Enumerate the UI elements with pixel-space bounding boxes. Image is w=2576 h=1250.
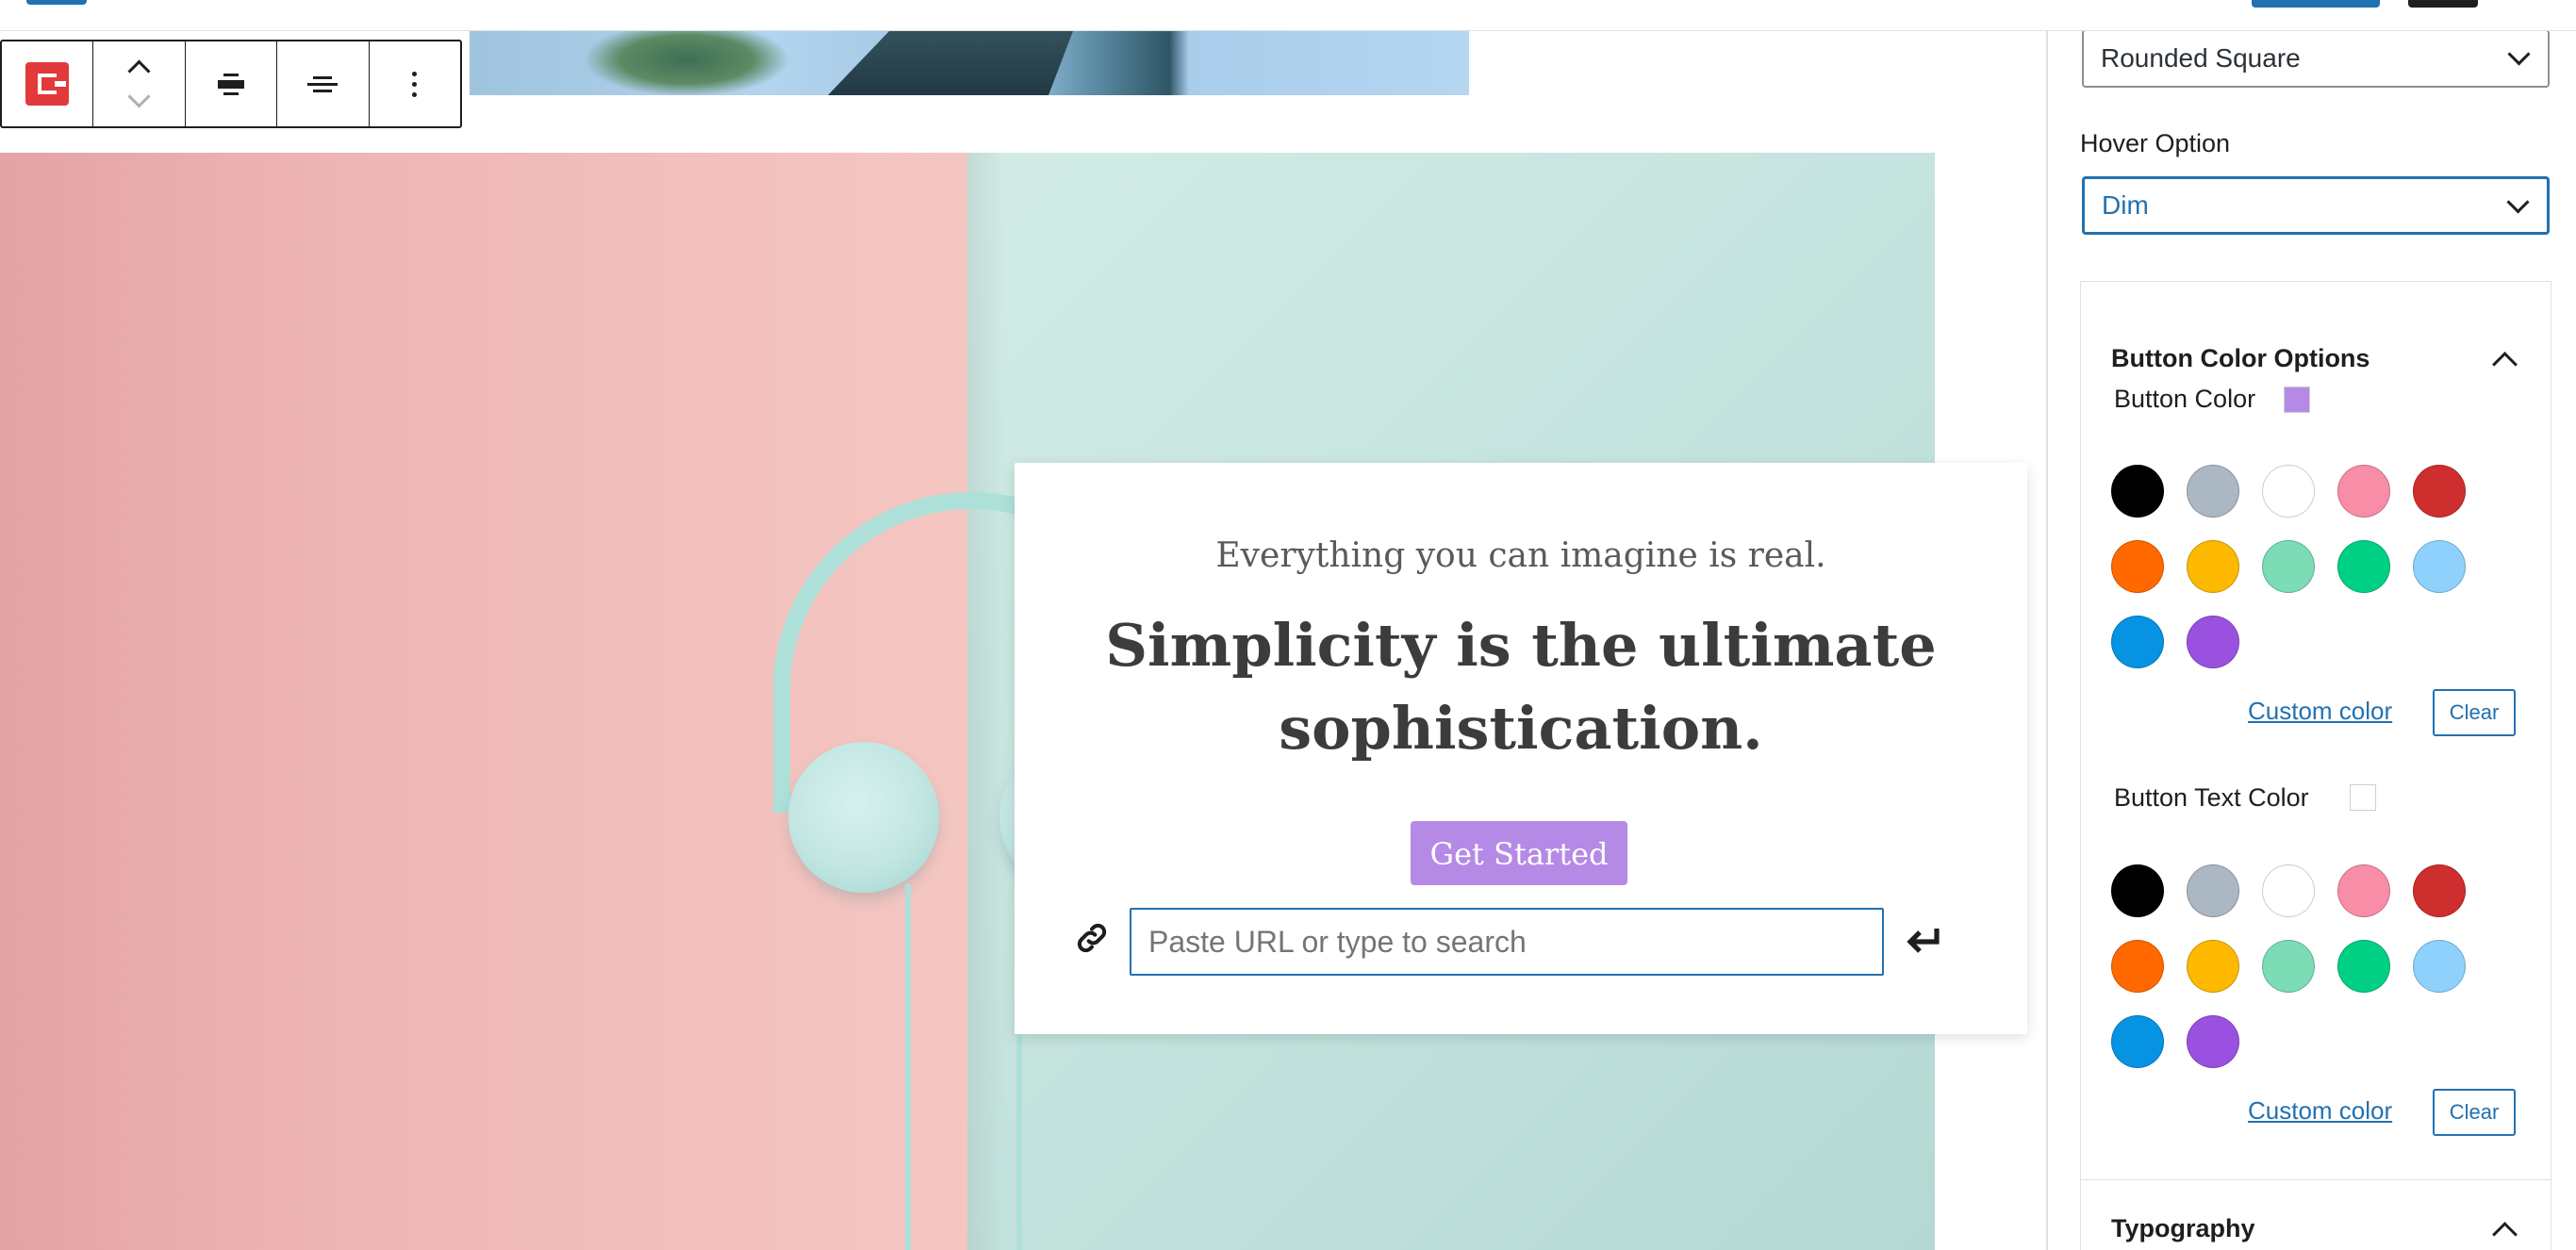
align-center-icon xyxy=(218,73,245,95)
card-tagline: Everything you can imagine is real. xyxy=(1215,536,1826,575)
color-swatch[interactable] xyxy=(2413,540,2466,593)
color-swatch[interactable] xyxy=(2111,616,2164,668)
settings-sidebar: Rounded Square Hover Option Dim Button C… xyxy=(2046,31,2576,1250)
button-text-color-label: Button Text Color xyxy=(2114,783,2309,812)
more-options-icon xyxy=(412,71,418,97)
color-swatch[interactable] xyxy=(2187,616,2239,668)
card-headline: Simplicity is the ultimate sophisticatio… xyxy=(1105,611,1937,763)
color-swatch[interactable] xyxy=(2111,940,2164,993)
color-swatch[interactable] xyxy=(2413,940,2466,993)
align-button[interactable] xyxy=(186,41,278,126)
content-card: Everything you can imagine is real. Simp… xyxy=(1015,463,2027,1034)
color-swatch[interactable] xyxy=(2111,864,2164,917)
color-swatch[interactable] xyxy=(2111,1015,2164,1068)
panel-collapse-icon[interactable] xyxy=(2492,352,2518,377)
publish-button[interactable] xyxy=(2252,0,2380,8)
chevron-up-icon[interactable] xyxy=(127,59,151,83)
text-align-icon xyxy=(307,75,339,92)
get-started-button[interactable]: Get Started xyxy=(1411,821,1627,885)
hover-option-value: Dim xyxy=(2102,190,2149,220)
dropdown-arrow-icon xyxy=(2506,190,2530,214)
button-color-label: Button Color xyxy=(2114,385,2256,413)
block-type-icon xyxy=(25,62,70,106)
color-swatch[interactable] xyxy=(2262,465,2315,518)
custom-color-link[interactable]: Custom color xyxy=(2248,697,2392,726)
color-swatch[interactable] xyxy=(2262,940,2315,993)
color-swatch[interactable] xyxy=(2262,540,2315,593)
color-swatch[interactable] xyxy=(2413,864,2466,917)
hover-option-label: Hover Option xyxy=(2080,129,2231,157)
chevron-down-icon[interactable] xyxy=(127,85,151,108)
previous-block-image[interactable] xyxy=(470,31,1469,95)
link-icon xyxy=(1077,923,1107,953)
color-swatch[interactable] xyxy=(2337,864,2390,917)
color-swatch[interactable] xyxy=(2111,540,2164,593)
panel-title-typography[interactable]: Typography xyxy=(2111,1214,2255,1243)
panel-title-button-color-options[interactable]: Button Color Options xyxy=(2111,344,2370,373)
dropdown-arrow-icon xyxy=(2507,42,2531,66)
settings-button[interactable] xyxy=(2408,0,2478,8)
clear-button[interactable]: Clear xyxy=(2433,689,2516,736)
color-swatch[interactable] xyxy=(2187,465,2239,518)
enter-icon[interactable] xyxy=(1901,919,1946,961)
color-swatch[interactable] xyxy=(2337,465,2390,518)
editor-top-bar xyxy=(0,0,2576,31)
editor-canvas: Everything you can imagine is real. Simp… xyxy=(0,31,2046,1250)
color-swatch[interactable] xyxy=(2337,940,2390,993)
color-swatch[interactable] xyxy=(2187,940,2239,993)
shape-select[interactable]: Rounded Square xyxy=(2082,31,2550,88)
color-swatch[interactable] xyxy=(2111,465,2164,518)
button-color-indicator xyxy=(2284,387,2310,413)
shape-select-value: Rounded Square xyxy=(2101,43,2301,73)
url-search-input[interactable] xyxy=(1130,908,1884,976)
more-options-button[interactable] xyxy=(370,41,460,126)
color-swatch[interactable] xyxy=(2187,540,2239,593)
block-type-button[interactable] xyxy=(2,41,94,126)
color-swatch[interactable] xyxy=(2337,540,2390,593)
typography-panel: Typography xyxy=(2080,1179,2551,1250)
button-text-color-indicator xyxy=(2350,784,2376,811)
clear-button[interactable]: Clear xyxy=(2433,1089,2516,1136)
text-align-button[interactable] xyxy=(277,41,370,126)
panel-collapse-icon[interactable] xyxy=(2492,1222,2518,1247)
color-swatch[interactable] xyxy=(2413,465,2466,518)
block-mover[interactable] xyxy=(93,41,186,126)
color-swatch[interactable] xyxy=(2187,864,2239,917)
top-bar-left-button[interactable] xyxy=(26,0,87,5)
block-toolbar xyxy=(0,40,462,128)
custom-color-link[interactable]: Custom color xyxy=(2248,1096,2392,1126)
color-swatch[interactable] xyxy=(2187,1015,2239,1068)
hover-option-select[interactable]: Dim xyxy=(2082,176,2550,235)
color-swatch[interactable] xyxy=(2262,864,2315,917)
